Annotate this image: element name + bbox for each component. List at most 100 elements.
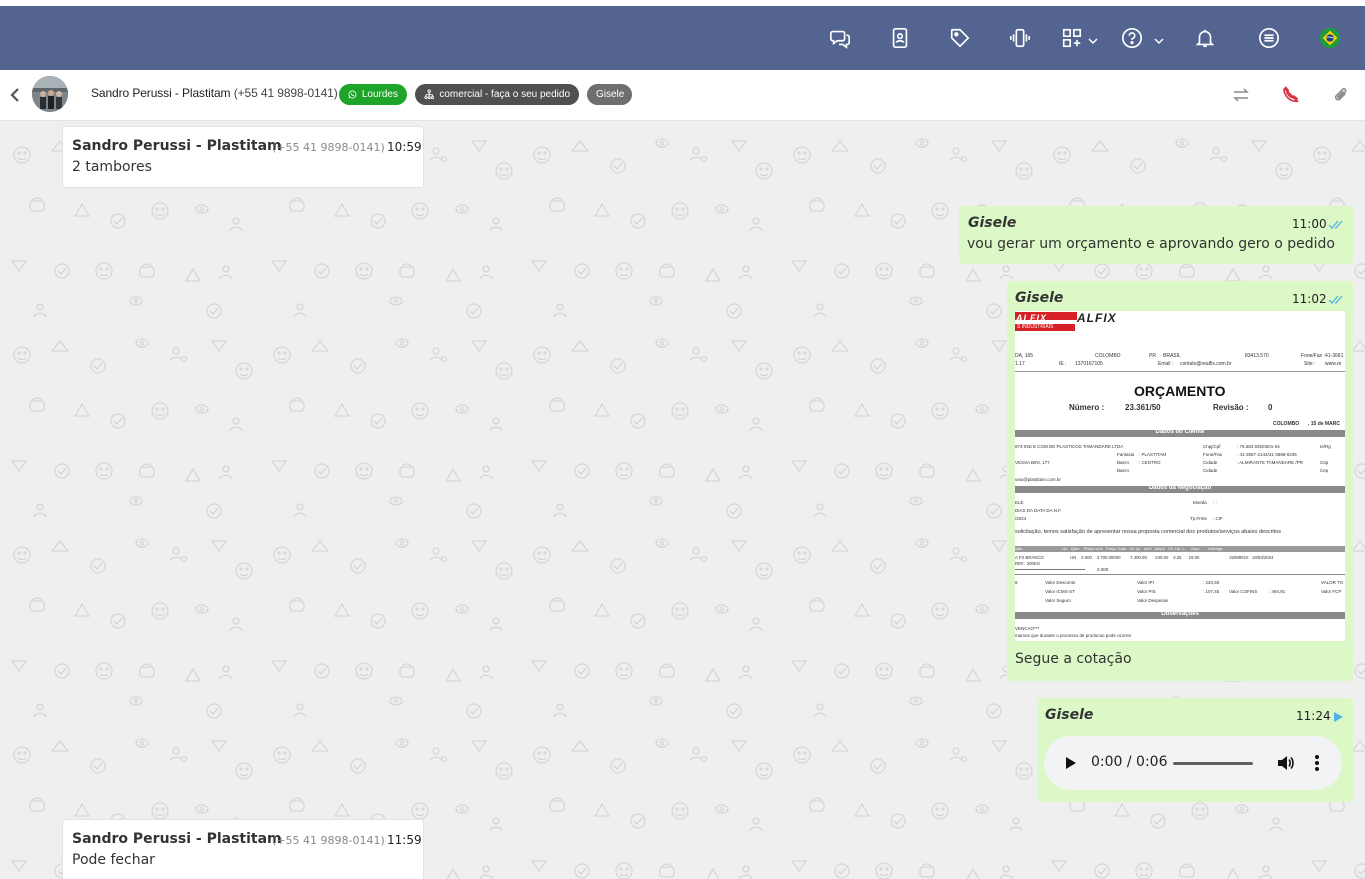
contact-phone: (+55 41 9898-0141) (233, 86, 338, 100)
company-logo-text: ALFIX (1016, 313, 1047, 323)
double-check-icon (1328, 220, 1343, 229)
doc-bairro-value: : CENTRO (1139, 460, 1161, 465)
chat-messages-area[interactable]: Sandro Perussi - Plastitam (+55 41 9898-… (0, 121, 1365, 879)
chevron-down-icon[interactable] (1154, 33, 1164, 45)
help-icon[interactable] (1120, 26, 1144, 50)
doc-date-city: COLOMBO (1273, 421, 1300, 427)
doc-obs-line: VENCAO*** (1015, 626, 1040, 631)
message-sender: Gisele (1015, 290, 1064, 306)
doc-bairro-label: Bairro (1117, 460, 1130, 465)
brazil-flag-icon[interactable] (1318, 26, 1342, 50)
doc-cidade2-label: Cidade (1203, 468, 1218, 473)
incoming-message-bubble[interactable]: Sandro Perussi - Plastitam (+55 41 9898-… (62, 126, 424, 188)
doc-item-line: A FX BRANCO UN 2.000 3.700.00000 7.400.0… (1015, 555, 1274, 560)
message-sender: Gisele (968, 215, 1017, 231)
company-logo-text-dark: ALFIX (1077, 311, 1117, 325)
message-text: Pode fechar (72, 852, 155, 868)
outgoing-audio-bubble[interactable]: Gisele 11:24 0:00 / 0:06 (1037, 698, 1353, 802)
tag-icon[interactable] (948, 26, 972, 50)
outgoing-message-bubble[interactable]: Gisele 11:00 vou gerar um orçamento e ap… (959, 206, 1353, 264)
doc-total-icms: Valor ICMS-ST (1045, 589, 1075, 594)
doc-cep: 83413.570 (1245, 353, 1269, 359)
outgoing-document-bubble[interactable]: Gisele 11:02 ALFIX ALFIX S INDUSTRIAIS D… (1007, 281, 1353, 681)
doc-frete-value: : CIF (1213, 516, 1223, 521)
contact-book-icon[interactable] (888, 26, 912, 50)
doc-cidade-value: : ALMIRANTE TAMANDARE /PR (1237, 460, 1303, 465)
doc-cep2-label: Cep (1320, 468, 1329, 473)
back-arrow-icon[interactable] (8, 86, 22, 104)
doc-site-value: www.re (1325, 361, 1342, 367)
end-call-icon[interactable] (1281, 85, 1301, 105)
audio-progress-slider[interactable] (1173, 762, 1253, 765)
doc-total-despesas: Valor Despesas (1137, 598, 1169, 603)
doc-total-desconto: Valor Desconto (1045, 580, 1076, 585)
chat-bubbles-icon[interactable] (828, 26, 852, 50)
paperclip-icon[interactable] (1331, 85, 1351, 105)
doc-email-label: Email : (1158, 361, 1174, 367)
doc-cnpj-value: : 76.684.935/0001-04 (1237, 444, 1280, 449)
doc-country: BRASIL (1163, 353, 1181, 359)
doc-state: PR (1149, 353, 1156, 359)
phone-ring-icon[interactable] (1008, 26, 1032, 50)
doc-total-ipi-value: : 240,50 (1203, 580, 1220, 585)
whatsapp-channel-tag[interactable]: Lourdes (339, 84, 407, 105)
audio-time-display: 0:00 / 0:06 (1091, 754, 1168, 770)
message-time: 10:59 (387, 140, 422, 154)
doc-ie-label: IE : (1059, 361, 1067, 367)
doc-moeda-label: Moeda (1193, 500, 1207, 505)
doc-section-bar: Dados do Cliente (1015, 429, 1345, 437)
doc-total-ipi-label: Valor IPI (1137, 580, 1154, 585)
user-tag[interactable]: Gisele (587, 84, 632, 105)
chevron-down-icon[interactable] (1088, 33, 1098, 45)
doc-address: DA, 165 (1015, 353, 1034, 359)
more-options-icon[interactable] (1314, 753, 1320, 773)
doc-section-bar: Observações (1015, 611, 1345, 619)
doc-ierg-label: Ie/Rg (1320, 444, 1331, 449)
doc-moeda-value: : - (1213, 500, 1217, 505)
doc-ie-line: 1.17 (1015, 361, 1025, 367)
bell-icon[interactable] (1193, 26, 1217, 50)
doc-revisao-value: 0 (1268, 403, 1273, 412)
message-time: 11:02 (1292, 292, 1327, 306)
doc-total-fcp: Valor FCP (1321, 589, 1342, 594)
doc-section-title: Dados da Negociação (1148, 485, 1212, 491)
doc-city: COLOMBO (1095, 353, 1121, 359)
top-navbar (0, 6, 1365, 70)
logo-subtitle: S INDUSTRIAIS (1017, 324, 1054, 330)
message-time: 11:24 (1296, 709, 1331, 723)
doc-neg-contact: ELE (1015, 500, 1024, 505)
doc-numero-value: 23.361/50 (1125, 403, 1161, 412)
doc-divider (1015, 574, 1345, 575)
message-sender-phone: (+55 41 9898-0141) (272, 141, 385, 154)
doc-neg-date: /2024 (1015, 516, 1027, 521)
message-sender: Sandro Perussi - Plastitam (72, 831, 282, 847)
volume-icon[interactable] (1276, 754, 1294, 772)
doc-numero-label: Número : (1069, 403, 1105, 412)
doc-cidade-label: Cidade (1203, 460, 1218, 465)
quotation-document-image[interactable]: ALFIX ALFIX S INDUSTRIAIS DA, 165 COLOMB… (1015, 311, 1345, 641)
doc-email-value: contato@realfix.com.br (1180, 361, 1232, 367)
contact-title: Sandro Perussi - Plastitam (+55 41 9898-… (91, 86, 338, 100)
doc-cnpj-label: Cnpj/Cpf (1203, 444, 1221, 449)
doc-street: VESSA BINI, 177 (1015, 460, 1050, 465)
transfer-arrows-icon[interactable] (1231, 85, 1251, 105)
doc-fantasia-value: : PLASTITAM (1139, 452, 1167, 457)
doc-fonefax-label: Fone/Fax (1203, 452, 1223, 457)
channel-tag-label: Lourdes (361, 89, 398, 100)
menu-list-icon[interactable] (1257, 26, 1281, 50)
audio-player[interactable]: 0:00 / 0:06 (1044, 736, 1342, 790)
doc-neg-payment: DIAS DA DATA DA N.F. (1015, 508, 1062, 513)
avatar[interactable] (32, 76, 68, 112)
queue-tag[interactable]: comercial - faça o seu pedido (415, 84, 579, 105)
play-icon[interactable] (1064, 756, 1078, 770)
user-tag-label: Gisele (596, 89, 625, 100)
doc-bairro2-label: Bairro (1117, 468, 1130, 473)
incoming-message-bubble[interactable]: Sandro Perussi - Plastitam (+55 41 9898-… (62, 819, 424, 879)
doc-title: ORÇAMENTO (1134, 383, 1226, 399)
doc-client-email: vaio@plastitam.com.br (1015, 477, 1061, 482)
apps-grid-icon[interactable] (1060, 26, 1084, 50)
doc-intro-text: solicitação, temos satisfação de apresen… (1015, 529, 1281, 535)
message-text: vou gerar um orçamento e aprovando gero … (967, 236, 1335, 252)
message-text: 2 tambores (72, 159, 152, 175)
message-sender-phone: (+55 41 9898-0141) (272, 834, 385, 847)
